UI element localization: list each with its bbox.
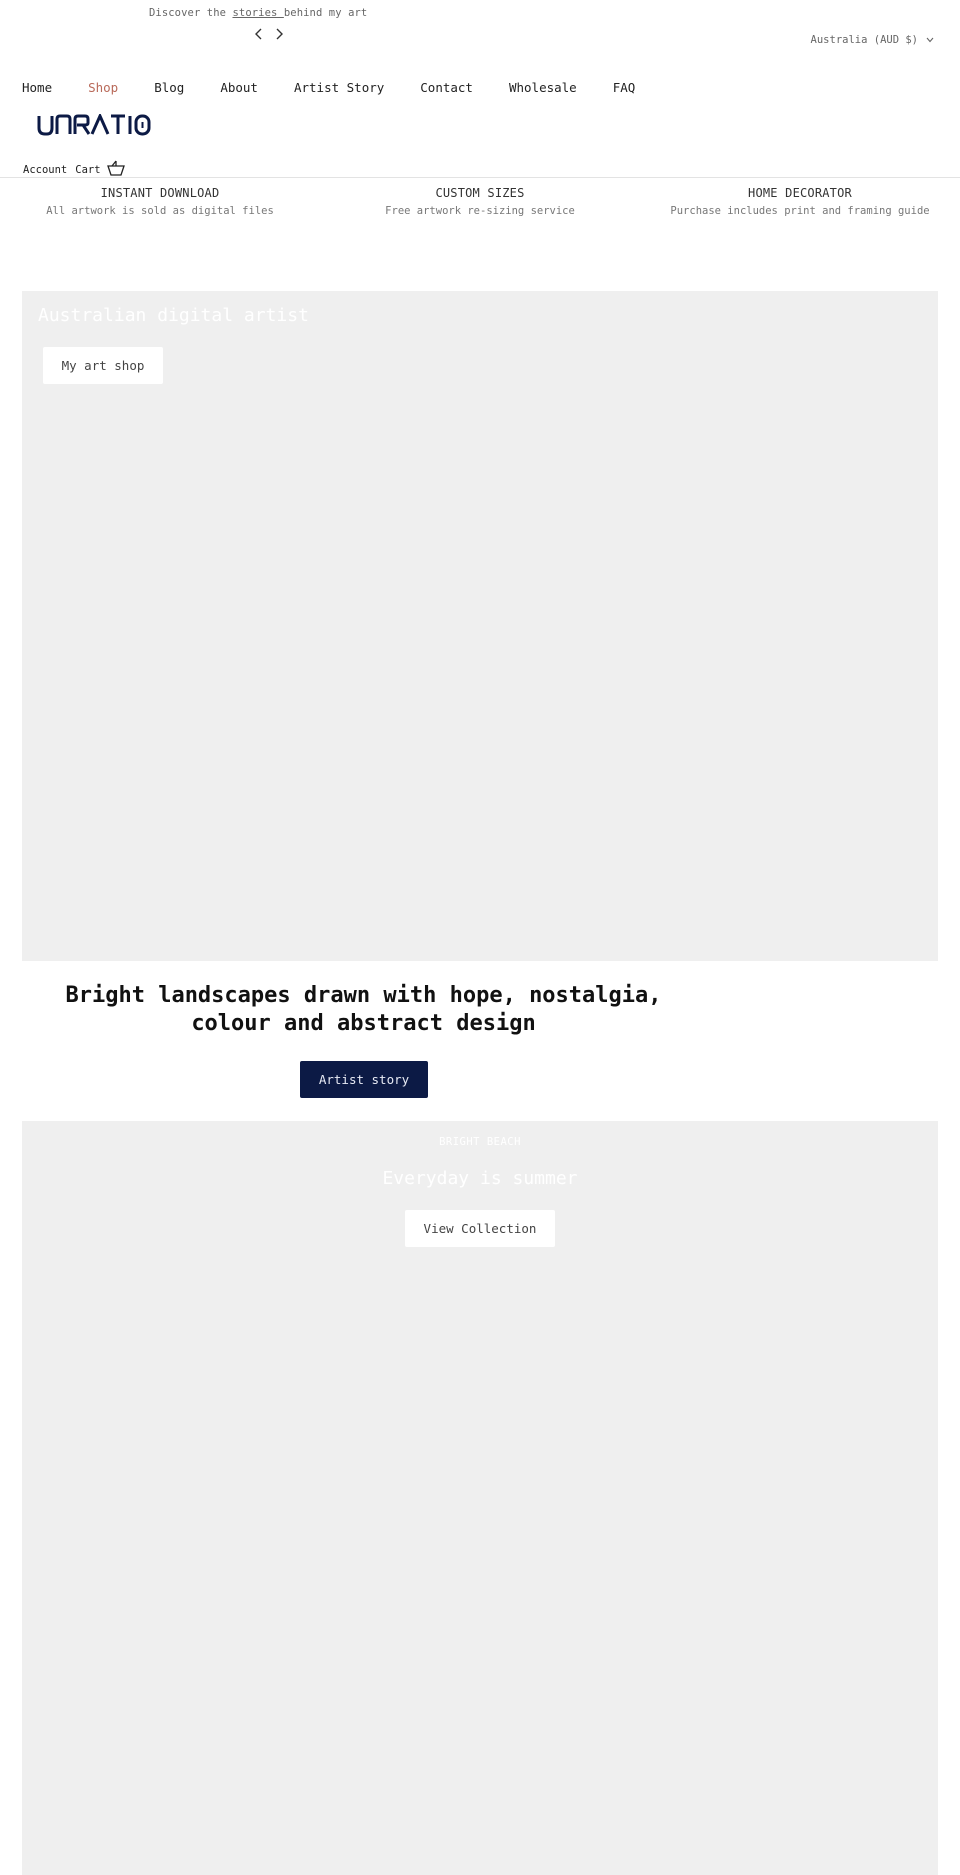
announcement-prefix: Discover the xyxy=(149,7,233,19)
nav-item-about[interactable]: About xyxy=(220,80,258,95)
logo[interactable] xyxy=(37,114,151,136)
chevron-right-icon[interactable] xyxy=(274,28,284,40)
nav-item-faq[interactable]: FAQ xyxy=(613,80,636,95)
nav-item-artist-story[interactable]: Artist Story xyxy=(294,80,384,95)
usp-item: HOME DECORATOR Purchase includes print a… xyxy=(640,186,960,217)
usp-item: CUSTOM SIZES Free artwork re-sizing serv… xyxy=(320,186,640,217)
usp-subtitle: Purchase includes print and framing guid… xyxy=(670,205,930,217)
announcement-arrows xyxy=(254,28,284,40)
main-nav: Home Shop Blog About Artist Story Contac… xyxy=(22,80,671,95)
usp-title: INSTANT DOWNLOAD xyxy=(100,186,220,200)
statement-line-2: colour and abstract design xyxy=(191,1011,536,1036)
nav-item-wholesale[interactable]: Wholesale xyxy=(509,80,577,95)
hero-banner: Australian digital artist My art shop xyxy=(22,291,938,961)
statement-line-1: Bright landscapes drawn with hope, nosta… xyxy=(65,983,662,1008)
logo-wordmark xyxy=(37,114,151,136)
nav-item-shop[interactable]: Shop xyxy=(88,80,118,95)
collection-kicker: BRIGHT BEACH xyxy=(439,1136,521,1148)
announcement-bar: Discover the stories behind my art xyxy=(149,7,367,19)
nav-item-home[interactable]: Home xyxy=(22,80,52,95)
usp-title: HOME DECORATOR xyxy=(748,186,852,200)
chevron-left-icon[interactable] xyxy=(254,28,264,40)
usp-title: CUSTOM SIZES xyxy=(435,186,525,200)
header-divider xyxy=(0,177,960,178)
hero-title: Australian digital artist xyxy=(38,305,309,326)
locale-selector[interactable]: Australia (AUD $) xyxy=(811,34,934,46)
collection-banner: BRIGHT BEACH Everyday is summer View Col… xyxy=(22,1121,938,1875)
usp-subtitle: Free artwork re-sizing service xyxy=(385,205,575,217)
nav-item-blog[interactable]: Blog xyxy=(154,80,184,95)
account-link[interactable]: Account xyxy=(23,164,67,176)
view-collection-button[interactable]: View Collection xyxy=(405,1210,555,1247)
usp-subtitle: All artwork is sold as digital files xyxy=(46,205,274,217)
statement-heading: Bright landscapes drawn with hope, nosta… xyxy=(22,982,705,1038)
my-art-shop-button[interactable]: My art shop xyxy=(43,347,163,384)
chevron-down-icon xyxy=(926,37,934,43)
usp-item: INSTANT DOWNLOAD All artwork is sold as … xyxy=(0,186,320,217)
artist-story-button[interactable]: Artist story xyxy=(300,1061,428,1098)
locale-label: Australia (AUD $) xyxy=(810,34,918,46)
announcement-stories-link[interactable]: stories xyxy=(232,7,283,19)
cart-label: Cart xyxy=(75,163,101,176)
nav-item-contact[interactable]: Contact xyxy=(420,80,473,95)
collection-title: Everyday is summer xyxy=(382,1168,578,1189)
usp-bar: INSTANT DOWNLOAD All artwork is sold as … xyxy=(0,186,960,217)
announcement-suffix: behind my art xyxy=(283,7,368,19)
